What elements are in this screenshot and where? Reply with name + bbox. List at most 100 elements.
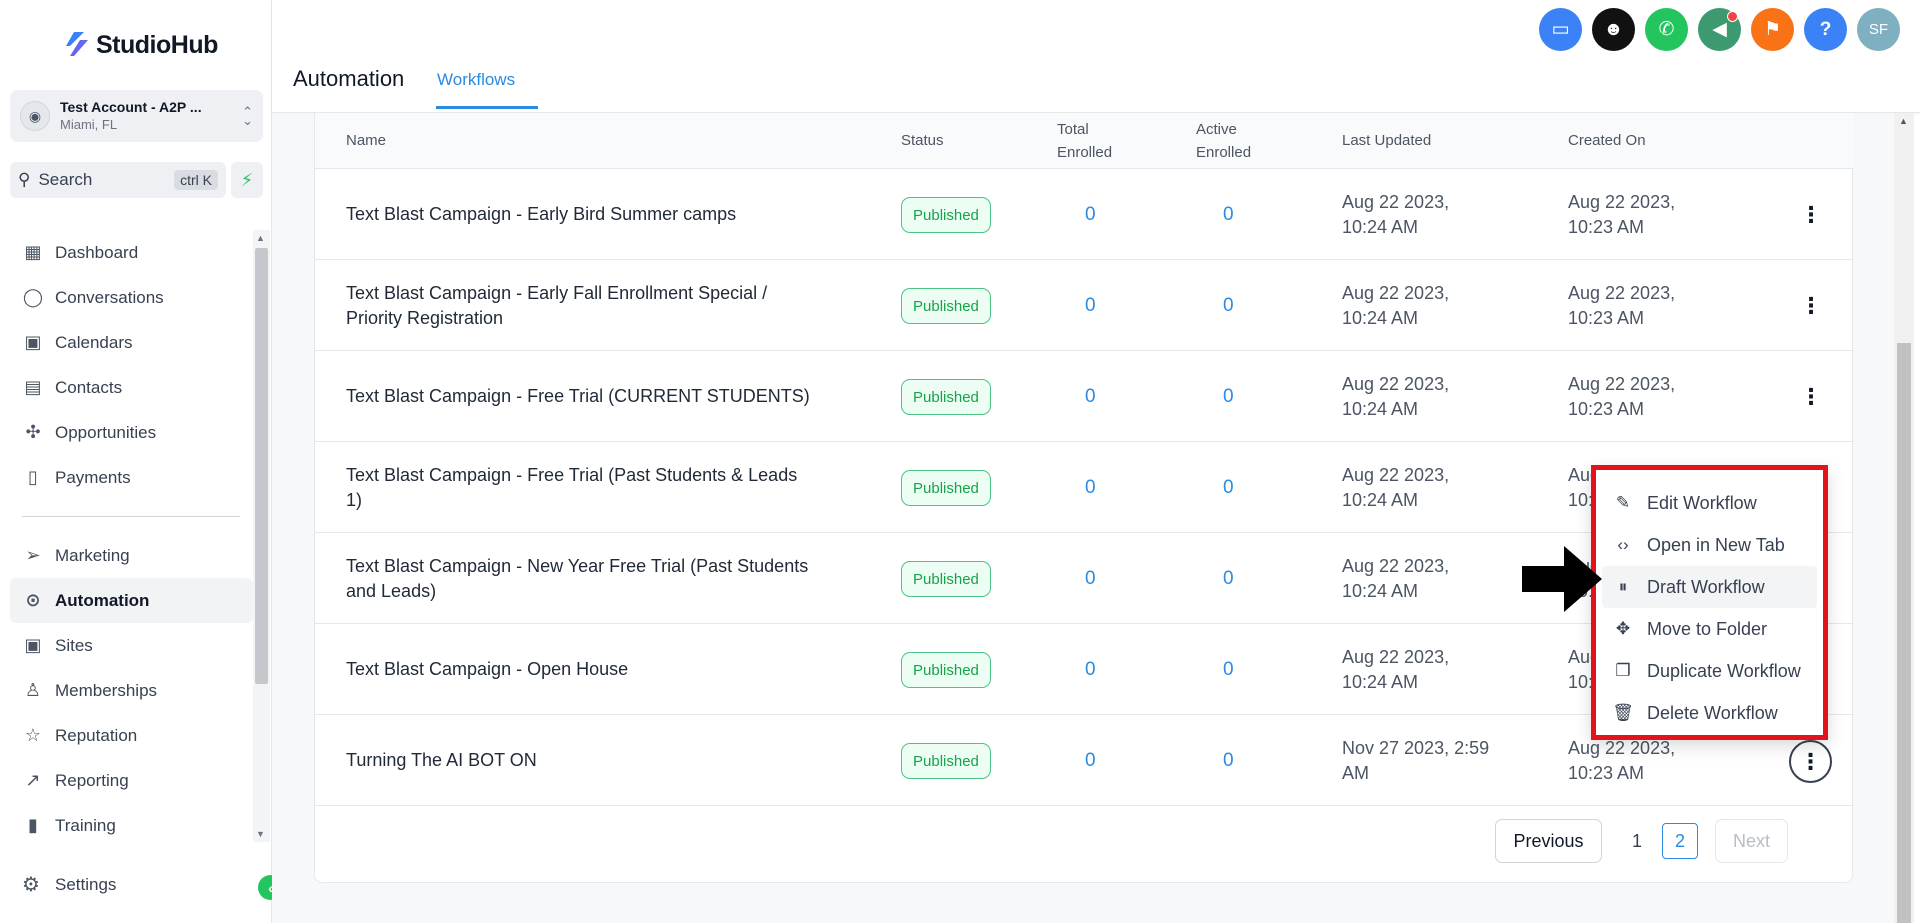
sidebar-item-reputation[interactable]: ☆ Reputation (10, 713, 253, 758)
chat-widget-icon[interactable]: ▭ (1539, 8, 1582, 51)
active-enrolled-value[interactable]: 0 (1223, 475, 1234, 500)
col-created-on[interactable]: Created On (1568, 129, 1646, 152)
col-total-enrolled[interactable]: Total Enrolled (1057, 118, 1112, 164)
quick-actions-bolt-icon[interactable]: ⚡ (231, 162, 263, 198)
workflow-name[interactable]: Text Blast Campaign - Free Trial (CURREN… (346, 384, 846, 409)
next-button[interactable]: Next (1715, 819, 1788, 863)
col-active-enrolled[interactable]: Active Enrolled (1196, 118, 1251, 164)
menu-item-open-in-new-tab[interactable]: ‹› Open in New Tab (1602, 524, 1817, 566)
menu-item-label: Draft Workflow (1647, 576, 1765, 597)
workflow-name[interactable]: Text Blast Campaign - Open House (346, 657, 846, 682)
search-box[interactable]: ⚲ Search ctrl K (10, 162, 226, 198)
bot-icon-glyph: ☻ (1603, 18, 1624, 40)
more-options-icon[interactable]: ⋮ (1797, 292, 1825, 320)
sidebar-item-settings[interactable]: ⚙ Settings (22, 872, 116, 897)
sidebar-item-sites[interactable]: ▣ Sites (10, 623, 253, 668)
workflow-name[interactable]: Text Blast Campaign - Early Bird Summer … (346, 202, 846, 227)
search-label: Search (38, 170, 93, 189)
scroll-down-icon[interactable]: ▼ (256, 829, 265, 839)
pause-circle-icon: ⏸ (1618, 577, 1628, 596)
page-scroll-thumb[interactable] (1897, 343, 1911, 923)
active-enrolled-value[interactable]: 0 (1223, 384, 1234, 409)
user-avatar[interactable]: SF (1857, 8, 1900, 51)
menu-item-delete-workflow[interactable]: 🗑 Delete Workflow (1602, 692, 1817, 734)
menu-item-label: Duplicate Workflow (1647, 660, 1801, 681)
workflow-name[interactable]: Text Blast Campaign - Free Trial (Past S… (346, 463, 846, 513)
page-scrollbar[interactable]: ▲ (1894, 113, 1914, 923)
col-last-updated[interactable]: Last Updated (1342, 129, 1431, 152)
sidebar-item-calendars[interactable]: ▣ Calendars (10, 320, 253, 365)
more-options-icon[interactable]: ⋮ (1789, 740, 1832, 783)
sidebar-item-label: Reporting (55, 770, 129, 790)
calendar-icon: ▣ (24, 332, 42, 352)
tab-workflows[interactable]: Workflows (437, 70, 515, 90)
total-enrolled-value[interactable]: 0 (1085, 748, 1096, 773)
total-enrolled-value[interactable]: 0 (1085, 293, 1096, 318)
sidebar-item-contacts[interactable]: ▤ Contacts (10, 365, 253, 410)
account-switcher[interactable]: ◉ Test Account - A2P ... Miami, FL ⌃ ⌄ (10, 90, 263, 142)
send-icon: ➢ (25, 545, 41, 565)
last-updated-value: Aug 22 2023, 10:24 AM (1342, 556, 1450, 601)
sidebar-item-opportunities[interactable]: ✣ Opportunities (10, 410, 253, 455)
total-enrolled-value[interactable]: 0 (1085, 657, 1096, 682)
page-2-button[interactable]: 2 (1662, 823, 1698, 859)
sidebar-item-label: Opportunities (55, 422, 157, 442)
user-avatar-glyph: SF (1868, 21, 1889, 38)
sidebar-item-label: Training (55, 815, 116, 835)
bot-icon[interactable]: ☻ (1592, 8, 1635, 51)
table-row[interactable]: Text Blast Campaign - Early Fall Enrollm… (315, 260, 1854, 351)
sidebar-item-automation[interactable]: ⊙ Automation (10, 578, 253, 623)
total-enrolled-value[interactable]: 0 (1085, 566, 1096, 591)
active-enrolled-value[interactable]: 0 (1223, 748, 1234, 773)
sidebar-item-dashboard[interactable]: ▦ Dashboard (10, 230, 253, 275)
active-enrolled-value[interactable]: 0 (1223, 202, 1234, 227)
sidebar-item-training[interactable]: ▮ Training (10, 803, 253, 848)
sidebar-item-conversations[interactable]: ◯ Conversations (10, 275, 253, 320)
sidebar-item-marketing[interactable]: ➢ Marketing (10, 533, 253, 578)
workflow-name[interactable]: Text Blast Campaign - Early Fall Enrollm… (346, 281, 846, 331)
more-options-icon[interactable]: ⋮ (1797, 383, 1825, 411)
help-icon[interactable]: ? (1804, 8, 1847, 51)
sidebar-item-memberships[interactable]: ♙ Memberships (10, 668, 253, 713)
menu-item-duplicate-workflow[interactable]: ❐ Duplicate Workflow (1602, 650, 1817, 692)
book-icon: ▮ (28, 815, 38, 835)
active-enrolled-value[interactable]: 0 (1223, 657, 1234, 682)
last-updated-value: Aug 22 2023, 10:24 AM (1342, 283, 1450, 328)
sidebar-item-reporting[interactable]: ↗ Reporting (10, 758, 253, 803)
menu-item-draft-workflow[interactable]: ⏸ Draft Workflow (1602, 566, 1817, 608)
menu-item-edit-workflow[interactable]: ✎ Edit Workflow (1602, 482, 1817, 524)
scroll-up-icon[interactable]: ▲ (1899, 116, 1908, 126)
brand-logo[interactable]: StudioHub (64, 30, 218, 60)
sidebar-item-label: Marketing (55, 545, 130, 565)
sidebar-scrollbar[interactable]: ▲ ▼ (253, 230, 270, 842)
active-enrolled-value[interactable]: 0 (1223, 293, 1234, 318)
tab-active-indicator (436, 106, 538, 109)
total-enrolled-value[interactable]: 0 (1085, 475, 1096, 500)
total-enrolled-value[interactable]: 0 (1085, 202, 1096, 227)
menu-item-move-to-folder[interactable]: ✥ Move to Folder (1602, 608, 1817, 650)
col-name[interactable]: Name (346, 129, 386, 152)
status-badge: Published (901, 379, 991, 415)
phone-icon[interactable]: ✆ (1645, 8, 1688, 51)
last-updated-value: Nov 27 2023, 2:59 AM (1342, 738, 1490, 783)
table-row[interactable]: Text Blast Campaign - Free Trial (CURREN… (315, 351, 1854, 442)
gear-icon: ⚙ (22, 874, 40, 896)
sidebar-scroll-thumb[interactable] (255, 248, 268, 684)
workflow-name[interactable]: Turning The AI BOT ON (346, 748, 846, 773)
active-enrolled-value[interactable]: 0 (1223, 566, 1234, 591)
megaphone-icon-glyph: ◀ (1712, 19, 1727, 40)
page-1-button[interactable]: 1 (1621, 823, 1653, 859)
created-on-value: Aug 22 2023, 10:23 AM (1568, 374, 1676, 419)
total-enrolled-value[interactable]: 0 (1085, 384, 1096, 409)
sidebar-item-payments[interactable]: ▯ Payments (10, 455, 253, 500)
scroll-up-icon[interactable]: ▲ (256, 233, 265, 243)
more-options-icon[interactable]: ⋮ (1797, 201, 1825, 229)
megaphone-icon[interactable]: ◀ (1698, 8, 1741, 51)
previous-button[interactable]: Previous (1495, 819, 1602, 863)
table-row[interactable]: Text Blast Campaign - Early Bird Summer … (315, 169, 1854, 260)
menu-item-label: Delete Workflow (1647, 702, 1778, 723)
menu-item-label: Move to Folder (1647, 618, 1768, 639)
workflow-name[interactable]: Text Blast Campaign - New Year Free Tria… (346, 554, 846, 604)
col-status[interactable]: Status (901, 129, 944, 152)
bell-icon[interactable]: ⚑ (1751, 8, 1794, 51)
